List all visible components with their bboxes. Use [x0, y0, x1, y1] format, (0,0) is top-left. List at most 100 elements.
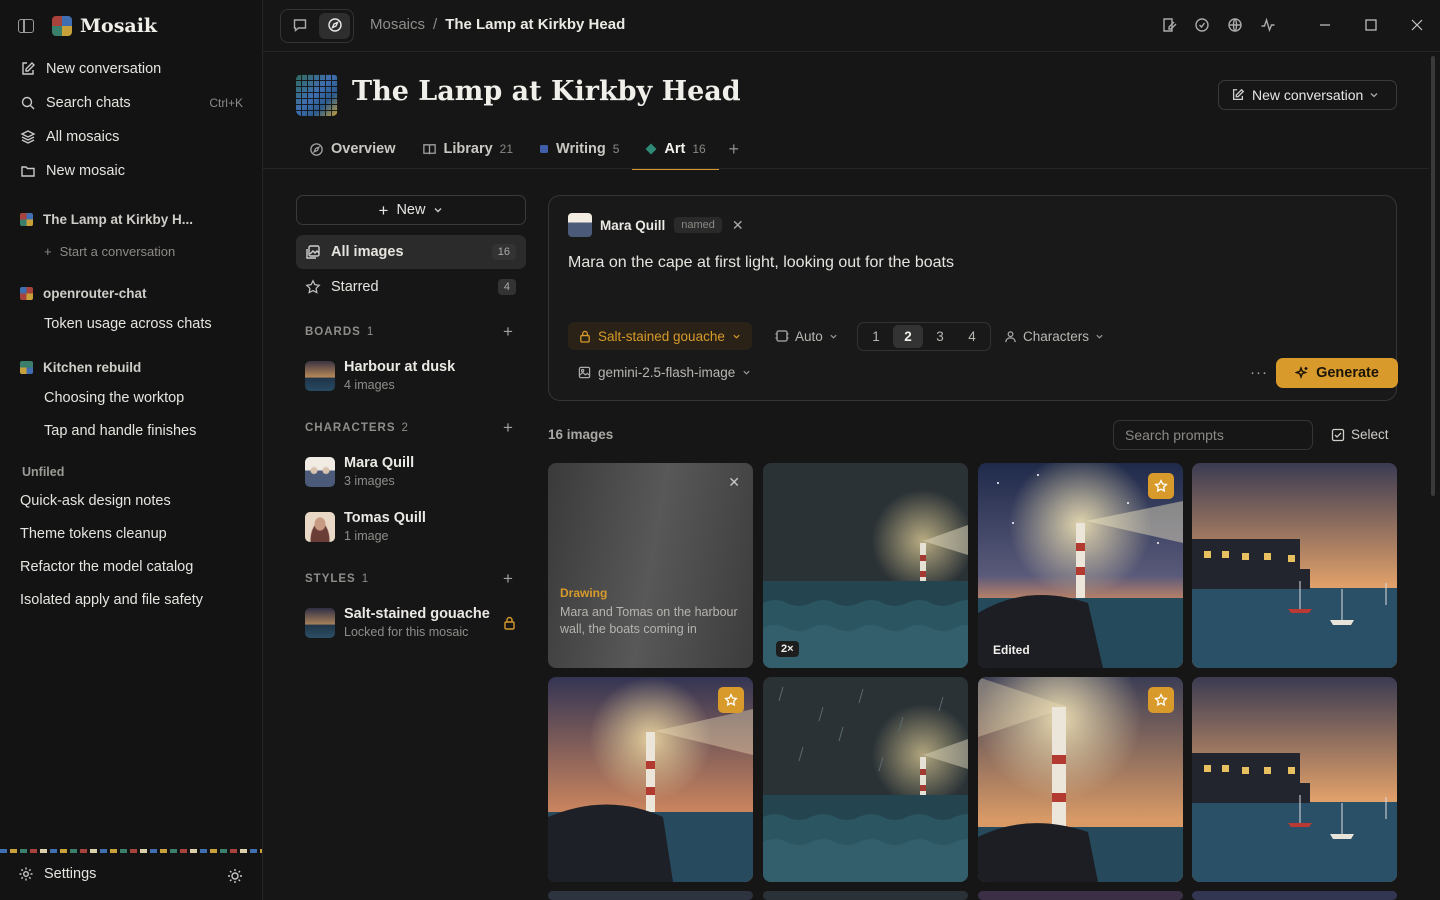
sidebar-group-kitchen[interactable]: Kitchen rebuild — [20, 360, 141, 375]
image-tile[interactable] — [1192, 463, 1397, 668]
board-item[interactable]: Harbour at dusk 4 images — [305, 359, 455, 392]
image-tile[interactable] — [548, 891, 753, 900]
image-tile[interactable]: Edited — [978, 463, 1183, 668]
add-board-button[interactable]: + — [503, 322, 513, 342]
sidebar-chat-item[interactable]: Refactor the model catalog — [20, 559, 193, 575]
image-tile[interactable] — [548, 677, 753, 882]
multi-badge: 2× — [776, 641, 799, 657]
lighthouse-image — [763, 463, 968, 668]
count-option[interactable]: 4 — [957, 325, 987, 348]
book-icon — [422, 142, 437, 157]
model-selector[interactable]: gemini-2.5-flash-image — [578, 365, 751, 380]
activity-icon — [1260, 17, 1276, 36]
image-tile[interactable] — [978, 891, 1183, 900]
image-tile[interactable] — [1192, 891, 1397, 900]
square-icon — [539, 144, 549, 154]
characters-selector[interactable]: Characters — [1004, 322, 1104, 350]
add-style-button[interactable]: + — [503, 569, 513, 589]
minimize-button[interactable] — [1302, 0, 1348, 52]
sidebar-new-mosaic[interactable]: New mosaic — [0, 155, 263, 187]
starred-badge[interactable] — [1148, 473, 1174, 499]
shortcut-hint: Ctrl+K — [209, 96, 243, 110]
chat-view-button[interactable] — [284, 13, 315, 39]
sidebar-all-mosaics[interactable]: All mosaics — [0, 121, 263, 153]
image-count-selector: 1 2 3 4 — [857, 322, 991, 351]
sidebar-chat-item[interactable]: Quick-ask design notes — [20, 493, 171, 509]
model-label: gemini-2.5-flash-image — [598, 365, 736, 380]
sidebar-chat-item[interactable]: Token usage across chats — [44, 316, 212, 332]
image-tile[interactable] — [978, 677, 1183, 882]
chevron-down-icon — [433, 205, 443, 215]
sidebar-chat-item[interactable]: Isolated apply and file safety — [20, 592, 203, 608]
style-name: Salt-stained gouache — [344, 606, 490, 622]
sidebar-group-openrouter[interactable]: openrouter-chat — [20, 286, 147, 301]
character-avatar — [305, 456, 335, 487]
activity-button[interactable] — [1251, 0, 1284, 52]
tab-library[interactable]: Library 21 — [409, 130, 527, 168]
starred-badge[interactable] — [718, 687, 744, 713]
section-count: 2 — [401, 422, 408, 434]
sidebar-search-chats[interactable]: Search chats Ctrl+K — [0, 87, 263, 119]
close-window-button[interactable] — [1394, 0, 1440, 52]
breadcrumb: Mosaics / The Lamp at Kirkby Head — [370, 16, 625, 33]
new-conversation-button[interactable]: New conversation — [1218, 80, 1397, 110]
count-option-selected[interactable]: 2 — [893, 325, 923, 348]
add-tab-button[interactable]: + — [719, 130, 749, 168]
sidebar-chat-item[interactable]: Tap and handle finishes — [44, 423, 196, 439]
sidebar-item-label: Search chats — [46, 95, 131, 111]
count-option[interactable]: 1 — [861, 325, 891, 348]
maximize-button[interactable] — [1348, 0, 1394, 52]
image-tile[interactable] — [1192, 677, 1397, 882]
remove-chip-icon[interactable]: ✕ — [732, 217, 744, 234]
character-name: Mara Quill — [344, 455, 415, 471]
count-option[interactable]: 3 — [925, 325, 955, 348]
style-selector[interactable]: Salt-stained gouache — [568, 322, 752, 350]
character-item[interactable]: Mara Quill 3 images — [305, 455, 414, 488]
scrollbar[interactable] — [1431, 56, 1435, 496]
section-title: BOARDS — [305, 326, 361, 338]
sidebar-item-label: All mosaics — [46, 129, 120, 145]
starred-filter[interactable]: Starred 4 — [296, 270, 526, 304]
style-item[interactable]: Salt-stained gouache Locked for this mosa… — [305, 606, 490, 639]
board-thumbnail — [305, 360, 335, 391]
tasks-button[interactable] — [1185, 0, 1218, 52]
start-conversation-link[interactable]: + Start a conversation — [44, 244, 175, 259]
add-character-button[interactable]: + — [503, 418, 513, 438]
select-button[interactable]: Select — [1331, 427, 1389, 442]
image-tile[interactable] — [763, 677, 968, 882]
settings-button[interactable]: Settings — [18, 866, 96, 882]
tab-art[interactable]: Art 16 — [632, 130, 720, 170]
sidebar-chat-item[interactable]: Choosing the worktop — [44, 390, 184, 406]
sidebar-group-lamp[interactable]: The Lamp at Kirkby H... — [20, 212, 193, 227]
image-tile[interactable]: 2× — [763, 463, 968, 668]
theme-toggle-icon[interactable] — [227, 868, 243, 884]
breadcrumb-separator: / — [433, 16, 438, 33]
sidebar-item-label: New mosaic — [46, 163, 125, 179]
notes-button[interactable] — [1152, 0, 1185, 52]
starred-badge[interactable] — [1148, 687, 1174, 713]
tab-overview[interactable]: Overview — [296, 130, 409, 168]
sidebar-chat-item[interactable]: Theme tokens cleanup — [20, 526, 167, 542]
tab-writing[interactable]: Writing 5 — [526, 130, 632, 168]
cancel-icon[interactable]: ✕ — [728, 474, 740, 491]
breadcrumb-root[interactable]: Mosaics — [370, 16, 425, 33]
filter-label: All images — [331, 244, 404, 260]
group-title: The Lamp at Kirkby H... — [43, 212, 194, 227]
sidebar-new-conversation[interactable]: New conversation — [0, 53, 263, 85]
character-item[interactable]: Tomas Quill 1 image — [305, 510, 426, 543]
all-images-filter[interactable]: All images 16 — [296, 235, 526, 269]
sidebar: Mosaik New conversation Search chats Ctr… — [0, 0, 263, 900]
lighthouse-rain-image — [763, 677, 968, 882]
image-tile[interactable] — [763, 891, 968, 900]
search-prompts-input[interactable]: Search prompts — [1113, 420, 1313, 450]
generate-button[interactable]: Generate — [1276, 358, 1398, 388]
explore-view-button[interactable] — [319, 13, 350, 39]
character-chip[interactable]: Mara Quill named ✕ — [568, 210, 744, 240]
globe-button[interactable] — [1218, 0, 1251, 52]
sidebar-toggle-icon[interactable] — [18, 19, 34, 33]
prompt-input[interactable]: Mara on the cape at first light, looking… — [568, 254, 954, 272]
aspect-selector[interactable]: Auto — [775, 322, 838, 350]
drawing-placeholder-tile[interactable]: ✕ Drawing Mara and Tomas on the harbour … — [548, 463, 753, 668]
more-options-button[interactable]: ··· — [1250, 364, 1268, 381]
new-dropdown-button[interactable]: + New — [296, 195, 526, 225]
